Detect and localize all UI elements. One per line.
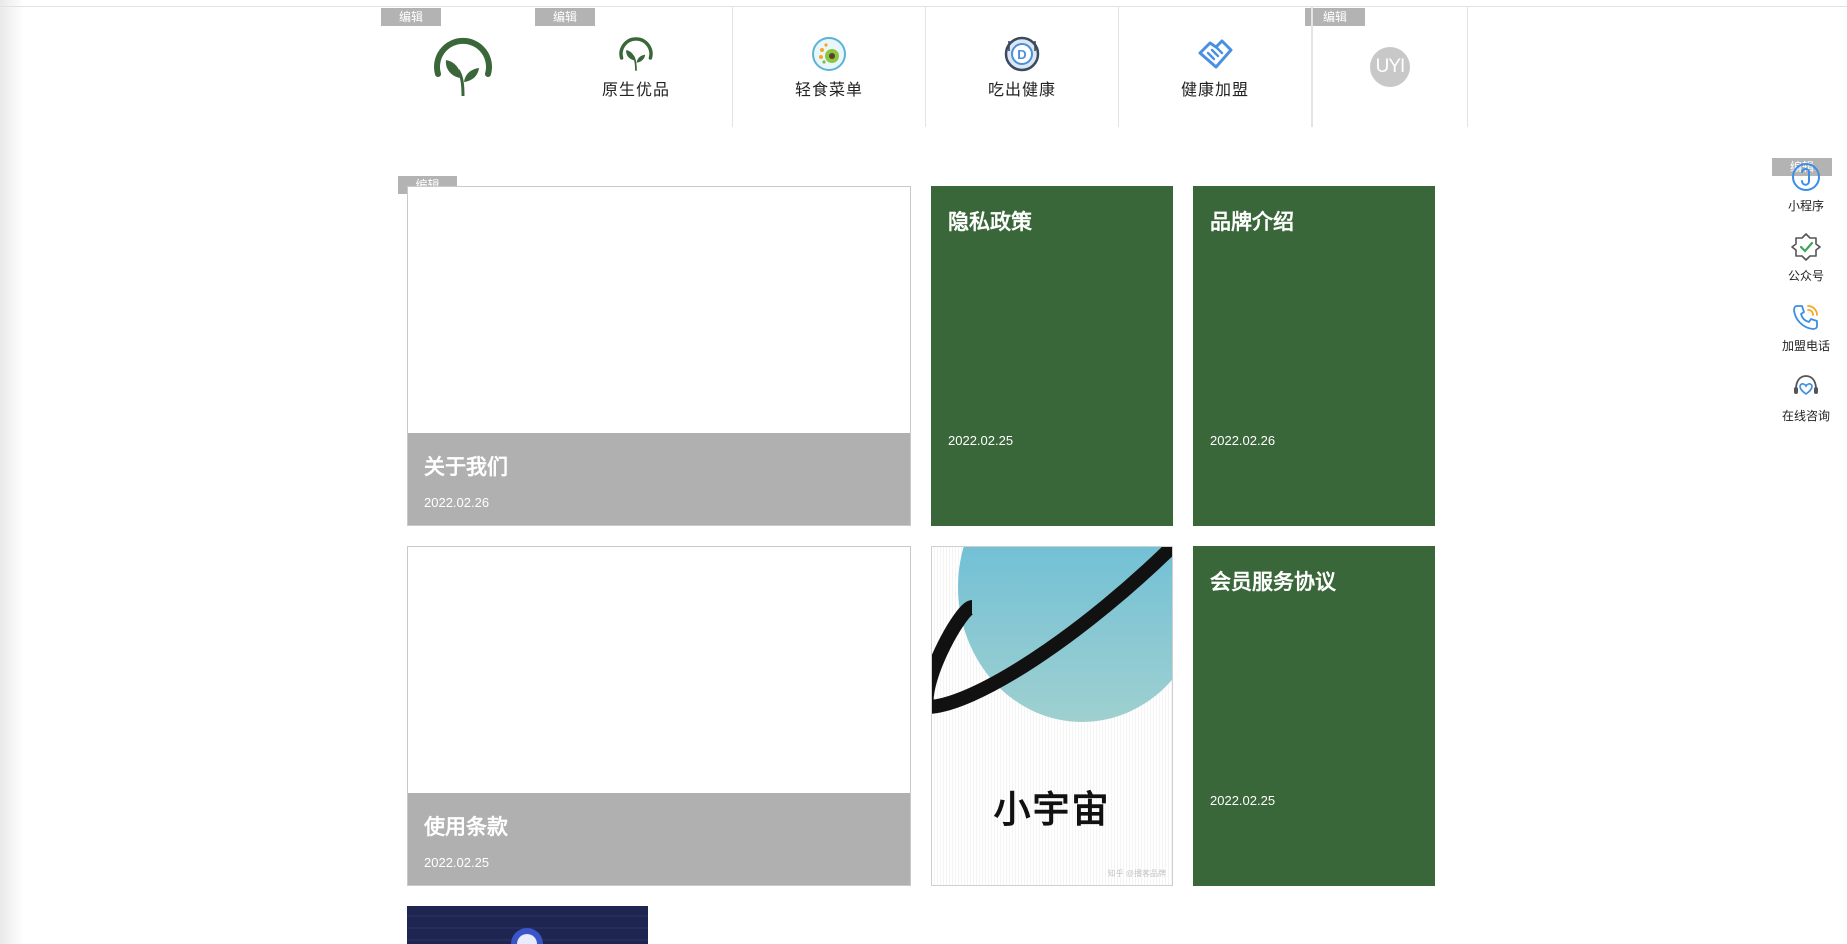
planet-illustration (932, 547, 1172, 722)
brand-logo[interactable] (386, 7, 540, 127)
card-title: 使用条款 (424, 816, 508, 839)
side-item-official-account[interactable]: 公众号 (1774, 230, 1838, 300)
handshake-icon (1195, 34, 1235, 74)
card-privacy-policy[interactable]: 隐私政策 2022.02.25 (931, 186, 1173, 526)
card-caption-band: 使用条款 2022.02.25 (408, 793, 910, 885)
card-date: 2022.02.25 (948, 433, 1014, 448)
nav-item-label: 原生优品 (601, 82, 670, 99)
avatar-initials: UYI (1370, 47, 1410, 87)
salad-bowl-icon (809, 34, 849, 74)
card-title: 隐私政策 (948, 211, 1032, 234)
card-date: 2022.02.25 (1210, 793, 1276, 808)
side-item-label: 在线咨询 (1781, 409, 1830, 423)
svg-text:D: D (1017, 47, 1026, 62)
side-item-label: 小程序 (1787, 199, 1824, 213)
card-title: 会员服务协议 (1210, 571, 1336, 594)
card-about-us[interactable]: 关于我们 2022.02.26 (407, 186, 911, 526)
page-shadow (0, 0, 24, 944)
poster-caption: 小宇宙 (993, 789, 1111, 830)
card-title: 关于我们 (424, 456, 508, 479)
nav-item-label: 健康加盟 (1180, 82, 1249, 99)
nav-item-native-products[interactable]: 原生优品 (540, 7, 733, 127)
card-title: 品牌介绍 (1210, 211, 1294, 234)
side-item-mini-program[interactable]: 小程序 (1774, 160, 1838, 230)
official-account-icon (1789, 230, 1823, 264)
leaf-logo-icon (434, 37, 492, 97)
poster-watermark: 知乎 @播客品牌 (1107, 869, 1166, 878)
card-date: 2022.02.25 (424, 855, 490, 870)
card-caption-band: 关于我们 2022.02.26 (408, 433, 910, 525)
side-item-online-consult[interactable]: 在线咨询 (1774, 370, 1838, 440)
leaf-icon (616, 34, 656, 74)
nav-item-light-menu[interactable]: 轻食菜单 (733, 7, 926, 127)
card-universe-poster[interactable]: 小宇宙 知乎 @播客品牌 (931, 546, 1173, 886)
nav-item-label: 轻食菜单 (794, 82, 863, 99)
user-avatar[interactable]: UYI (1312, 7, 1468, 127)
card-thumbnail-partial[interactable] (407, 906, 648, 944)
right-sidebar: 小程序 公众号 加盟电话 在线咨询 (1774, 160, 1838, 440)
card-brand-intro[interactable]: 品牌介绍 2022.02.26 (1193, 186, 1435, 526)
mini-program-icon (1789, 160, 1823, 194)
top-nav: 原生优品 轻食菜单 D 吃出健康 健康加盟 UYI (386, 7, 1468, 127)
side-item-franchise-phone[interactable]: 加盟电话 (1774, 300, 1838, 370)
nav-item-eat-healthy[interactable]: D 吃出健康 (926, 7, 1119, 127)
nav-item-franchise[interactable]: 健康加盟 (1119, 7, 1312, 127)
nav-item-label: 吃出健康 (987, 82, 1056, 99)
support-headset-icon (1789, 370, 1823, 404)
card-date: 2022.02.26 (1210, 433, 1276, 448)
card-date: 2022.02.26 (424, 495, 490, 510)
dish-icon: D (1002, 34, 1042, 74)
card-terms-of-use[interactable]: 使用条款 2022.02.25 (407, 546, 911, 886)
phone-icon (1789, 300, 1823, 334)
card-membership-agreement[interactable]: 会员服务协议 2022.02.25 (1193, 546, 1435, 886)
side-item-label: 公众号 (1787, 269, 1824, 283)
side-item-label: 加盟电话 (1781, 339, 1830, 353)
brick-wall-thumbnail (407, 906, 648, 944)
